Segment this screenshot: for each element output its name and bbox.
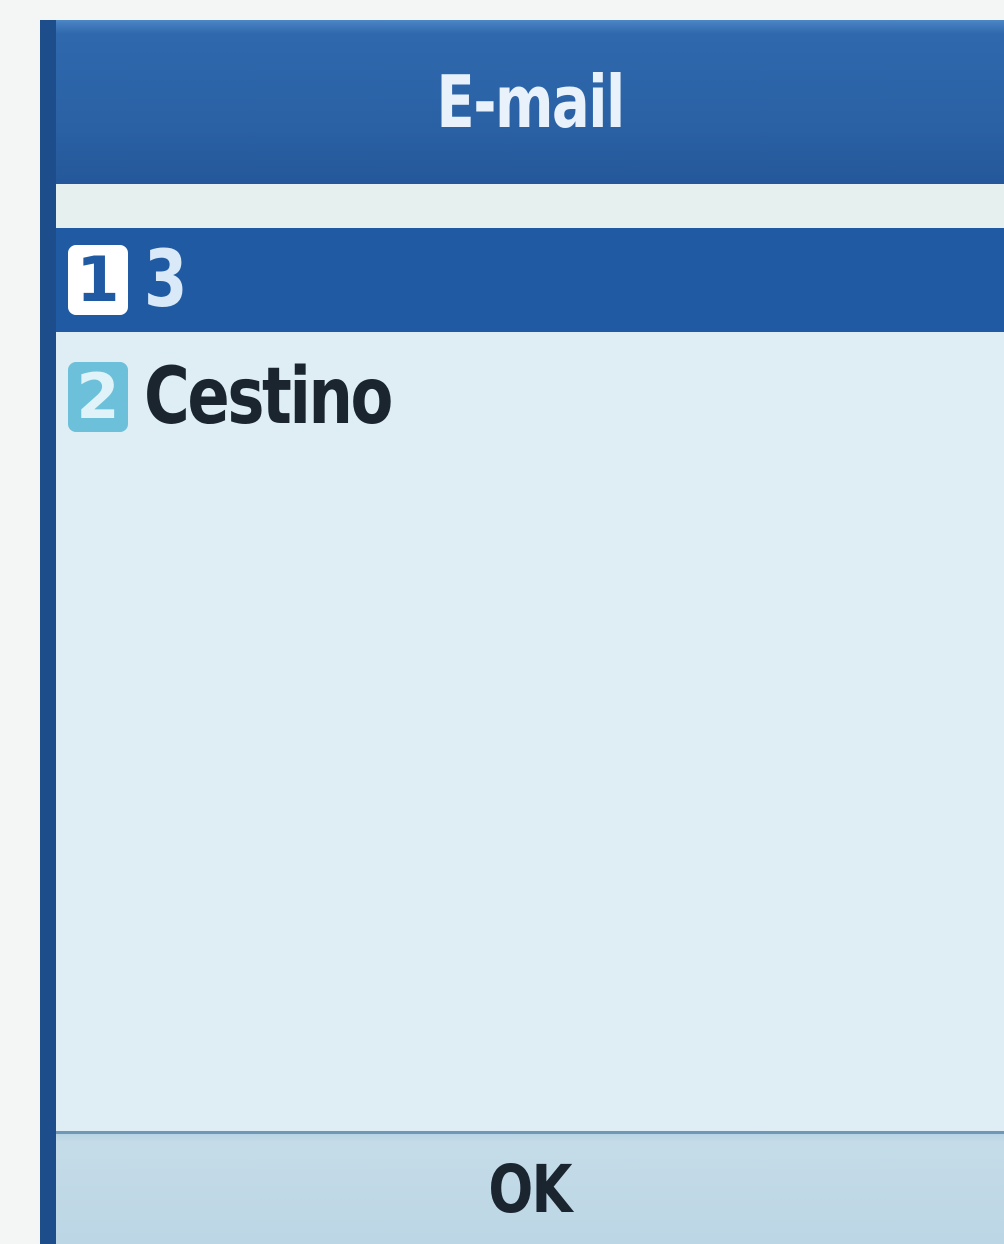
ok-softkey[interactable]: OK xyxy=(489,1151,573,1228)
softkey-bar: OK xyxy=(56,1131,1004,1244)
menu-item-1[interactable]: 1 3 xyxy=(56,228,1004,332)
number-2-icon: 2 xyxy=(68,362,128,432)
title-bar: E-mail xyxy=(56,20,1004,184)
number-1-icon: 1 xyxy=(68,245,128,315)
menu-item-label: Cestino xyxy=(144,352,393,442)
phone-screen: E-mail 1 3 2 Cestino OK xyxy=(40,20,1004,1244)
menu-item-2[interactable]: 2 Cestino xyxy=(56,332,1004,462)
sub-header-strip xyxy=(56,184,1004,228)
screen-title: E-mail xyxy=(436,60,625,144)
menu-item-label: 3 xyxy=(144,235,187,325)
menu-list: 1 3 2 Cestino xyxy=(56,228,1004,462)
